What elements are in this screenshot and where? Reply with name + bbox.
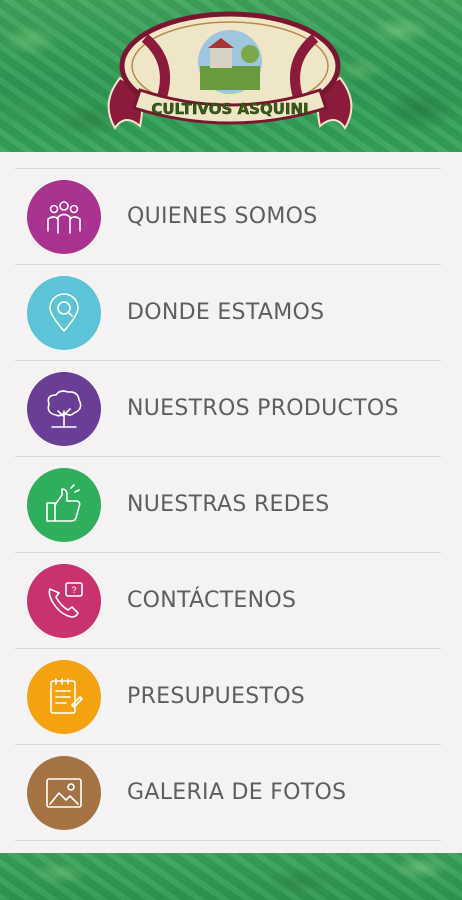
menu-item-donde-estamos[interactable]: DONDE ESTAMOS (15, 265, 441, 361)
location-pin-icon (27, 275, 101, 350)
phone-question-icon: ? (27, 563, 101, 638)
menu-item-quienes-somos[interactable]: QUIENES SOMOS (15, 169, 441, 265)
menu-item-label: CONTÁCTENOS (127, 588, 297, 613)
menu-item-label: GALERIA DE FOTOS (127, 780, 347, 805)
footer-banner (0, 853, 462, 900)
menu-item-label: NUESTROS PRODUCTOS (127, 396, 399, 421)
menu-item-nuestras-redes[interactable]: NUESTRAS REDES (15, 457, 441, 553)
menu-item-label: NUESTRAS REDES (127, 492, 330, 517)
main-menu: QUIENES SOMOS DONDE ESTAMOS NUESTROS PRODU… (15, 168, 441, 841)
people-icon (27, 179, 101, 254)
header-banner: CULTIVOS ASQUINI (0, 0, 462, 152)
cultivos-asquini-logo: CULTIVOS ASQUINI (107, 11, 353, 130)
menu-item-label: DONDE ESTAMOS (127, 300, 325, 325)
svg-text:?: ? (71, 585, 76, 595)
menu-item-presupuestos[interactable]: PRESUPUESTOS (15, 649, 441, 745)
picture-icon (27, 755, 101, 830)
menu-item-label: QUIENES SOMOS (127, 204, 318, 229)
menu-item-cont-ctenos[interactable]: ? CONTÁCTENOS (15, 553, 441, 649)
menu-item-galeria-de-fotos[interactable]: GALERIA DE FOTOS (15, 745, 441, 841)
menu-item-nuestros-productos[interactable]: NUESTROS PRODUCTOS (15, 361, 441, 457)
logo-text: CULTIVOS ASQUINI (151, 100, 308, 118)
thumbs-up-icon (27, 467, 101, 542)
notepad-icon (27, 659, 101, 734)
tree-icon (27, 371, 101, 446)
menu-item-label: PRESUPUESTOS (127, 684, 306, 709)
